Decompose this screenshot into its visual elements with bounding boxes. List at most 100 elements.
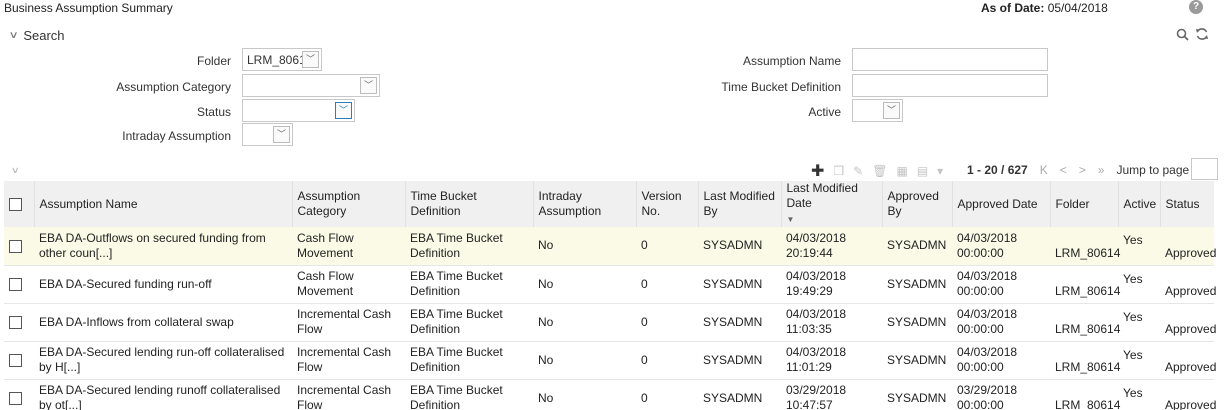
cell-last-modified-date: 04/03/2018 20:19:44 xyxy=(781,227,882,266)
last-page-button[interactable]: » xyxy=(1098,163,1105,177)
column-header-active[interactable]: Active xyxy=(1118,181,1161,227)
cell-intraday: No xyxy=(533,303,636,342)
edit-icon[interactable]: ✎ xyxy=(853,164,863,178)
folder-select[interactable]: LRM_80614 ﹀ xyxy=(242,48,322,71)
cell-last-modified-date: 04/03/2018 11:03:35 xyxy=(781,303,882,342)
column-header-status[interactable]: Status xyxy=(1160,181,1214,227)
column-header-folder[interactable]: Folder xyxy=(1050,181,1119,227)
column-header-last-modified-by[interactable]: Last Modified By xyxy=(698,181,782,227)
delete-icon[interactable]: 🗑 xyxy=(872,164,887,178)
cell-time-bucket: EBA Time Bucket Definition xyxy=(405,265,533,304)
column-header-assumption-name[interactable]: Assumption Name xyxy=(34,181,293,227)
prev-page-button[interactable]: < xyxy=(1060,163,1067,177)
cell-assumption-category: Cash Flow Movement xyxy=(292,227,405,266)
cell-last-modified-by: SYSADMN xyxy=(698,379,781,410)
cell-approved-by: SYSADMN xyxy=(882,265,952,304)
as-of-date: As of Date: 05/04/2018 xyxy=(981,1,1108,15)
assumption-category-select[interactable]: ﹀ xyxy=(242,74,380,97)
cell-assumption-category: Cash Flow Movement xyxy=(292,265,405,304)
table-row[interactable]: EBA DA-Inflows from collateral swap Incre… xyxy=(4,303,1216,342)
cell-assumption-category: Incremental Cash Flow xyxy=(292,303,405,342)
cell-last-modified-date: 04/03/2018 19:49:29 xyxy=(781,265,882,304)
page-range: 1 - 20 / 627 xyxy=(967,163,1028,177)
cell-folder: LRM_80614 xyxy=(1050,341,1120,380)
cell-status: Approved xyxy=(1160,303,1216,342)
cell-last-modified-date: 04/03/2018 11:01:29 xyxy=(781,341,882,380)
table-row[interactable]: EBA DA-Outflows on secured funding from … xyxy=(4,227,1216,266)
column-header-time-bucket[interactable]: Time Bucket Definition xyxy=(405,181,534,227)
cell-last-modified-by: SYSADMN xyxy=(698,265,781,304)
jump-to-page-label: Jump to page xyxy=(1116,163,1190,177)
row-select-cell xyxy=(4,379,34,410)
cell-status: Approved xyxy=(1160,265,1216,304)
add-icon[interactable]: ✚ xyxy=(811,161,824,181)
cell-active: Yes xyxy=(1118,265,1160,304)
first-page-button[interactable]: K xyxy=(1040,163,1048,177)
help-icon[interactable]: ? xyxy=(1189,0,1203,14)
cell-approved-date: 04/03/2018 00:00:00 xyxy=(952,341,1050,380)
row-checkbox[interactable] xyxy=(9,239,22,253)
table-header-row: Assumption Name Assumption Category Time… xyxy=(4,181,1214,227)
assumptions-table: Assumption Name Assumption Category Time… xyxy=(4,181,1216,410)
cell-status: Approved xyxy=(1160,227,1216,266)
cell-assumption-name: EBA DA-Secured funding run-off xyxy=(34,265,292,304)
as-of-value: 05/04/2018 xyxy=(1047,1,1108,15)
row-select-cell xyxy=(4,303,34,342)
next-page-button[interactable]: > xyxy=(1079,163,1086,177)
active-select[interactable]: ﹀ xyxy=(852,99,903,122)
cell-approved-date: 03/29/2018 00:00:00 xyxy=(952,379,1050,410)
more-icon[interactable]: ▾ xyxy=(937,164,943,178)
row-checkbox[interactable] xyxy=(9,353,22,367)
row-checkbox[interactable] xyxy=(9,315,22,329)
search-section-toggle[interactable]: ∨ Search xyxy=(9,27,65,43)
table-row[interactable]: EBA DA-Secured lending runoff collateral… xyxy=(4,379,1216,410)
cell-assumption-category: Incremental Cash Flow xyxy=(292,341,405,380)
cell-time-bucket: EBA Time Bucket Definition xyxy=(405,341,533,380)
cell-last-modified-by: SYSADMN xyxy=(698,303,781,342)
cell-active: Yes xyxy=(1118,341,1160,380)
column-header-approved-by[interactable]: Approved By xyxy=(882,181,953,227)
table-row[interactable]: EBA DA-Secured lending run-off collatera… xyxy=(4,341,1216,380)
cell-approved-date: 04/03/2018 00:00:00 xyxy=(952,303,1050,342)
cell-approved-by: SYSADMN xyxy=(882,341,952,380)
time-bucket-label: Time Bucket Definition xyxy=(721,80,841,94)
pagination: 1 - 20 / 627 K < > » Jump to page xyxy=(967,163,1189,177)
cell-active: Yes xyxy=(1118,227,1160,266)
assumption-name-label: Assumption Name xyxy=(742,54,841,68)
search-tools xyxy=(1176,27,1209,44)
search-label: Search xyxy=(23,27,65,43)
cell-last-modified-by: SYSADMN xyxy=(698,341,781,380)
grid-toolbar: ✚ ❐ ✎ 🗑 ▦ ▤ ▾ xyxy=(811,161,943,181)
intraday-assumption-select[interactable]: ﹀ xyxy=(242,123,293,146)
column-header-version[interactable]: Version No. xyxy=(636,181,699,227)
cell-intraday: No xyxy=(533,265,636,304)
jump-to-page-input[interactable] xyxy=(1191,158,1218,180)
cell-last-modified-by: SYSADMN xyxy=(698,227,781,266)
cell-approved-by: SYSADMN xyxy=(882,227,952,266)
cell-version: 0 xyxy=(636,265,698,304)
export-icon[interactable]: ▤ xyxy=(917,164,928,178)
column-header-assumption-category[interactable]: Assumption Category xyxy=(292,181,406,227)
copy-icon[interactable]: ❐ xyxy=(833,164,844,178)
row-checkbox[interactable] xyxy=(9,277,22,291)
assumption-name-input[interactable] xyxy=(852,48,1048,71)
status-select[interactable]: ﹀ xyxy=(242,99,355,122)
chevron-down-icon: ﹀ xyxy=(883,102,900,119)
column-header-intraday[interactable]: Intraday Assumption xyxy=(533,181,637,227)
refresh-icon[interactable] xyxy=(1195,27,1209,44)
collapse-icon[interactable]: ∨ xyxy=(11,165,20,176)
cell-version: 0 xyxy=(636,379,698,410)
folder-label: Folder xyxy=(196,54,231,68)
column-header-approved-date[interactable]: Approved Date xyxy=(952,181,1051,227)
time-bucket-input[interactable] xyxy=(852,74,1048,97)
cell-assumption-category: Incremental Cash Flow xyxy=(292,379,405,410)
search-icon[interactable] xyxy=(1176,28,1189,44)
view-icon[interactable]: ▦ xyxy=(896,164,907,178)
row-checkbox[interactable] xyxy=(9,391,22,405)
title-bar: Business Assumption Summary As of Date: … xyxy=(0,0,1227,16)
column-header-last-modified-date[interactable]: Last Modified Date ▼ xyxy=(781,181,883,227)
select-all-checkbox[interactable] xyxy=(9,197,22,211)
row-select-cell xyxy=(4,265,34,304)
table-row[interactable]: EBA DA-Secured funding run-off Cash Flow … xyxy=(4,265,1216,304)
cell-intraday: No xyxy=(533,227,636,266)
